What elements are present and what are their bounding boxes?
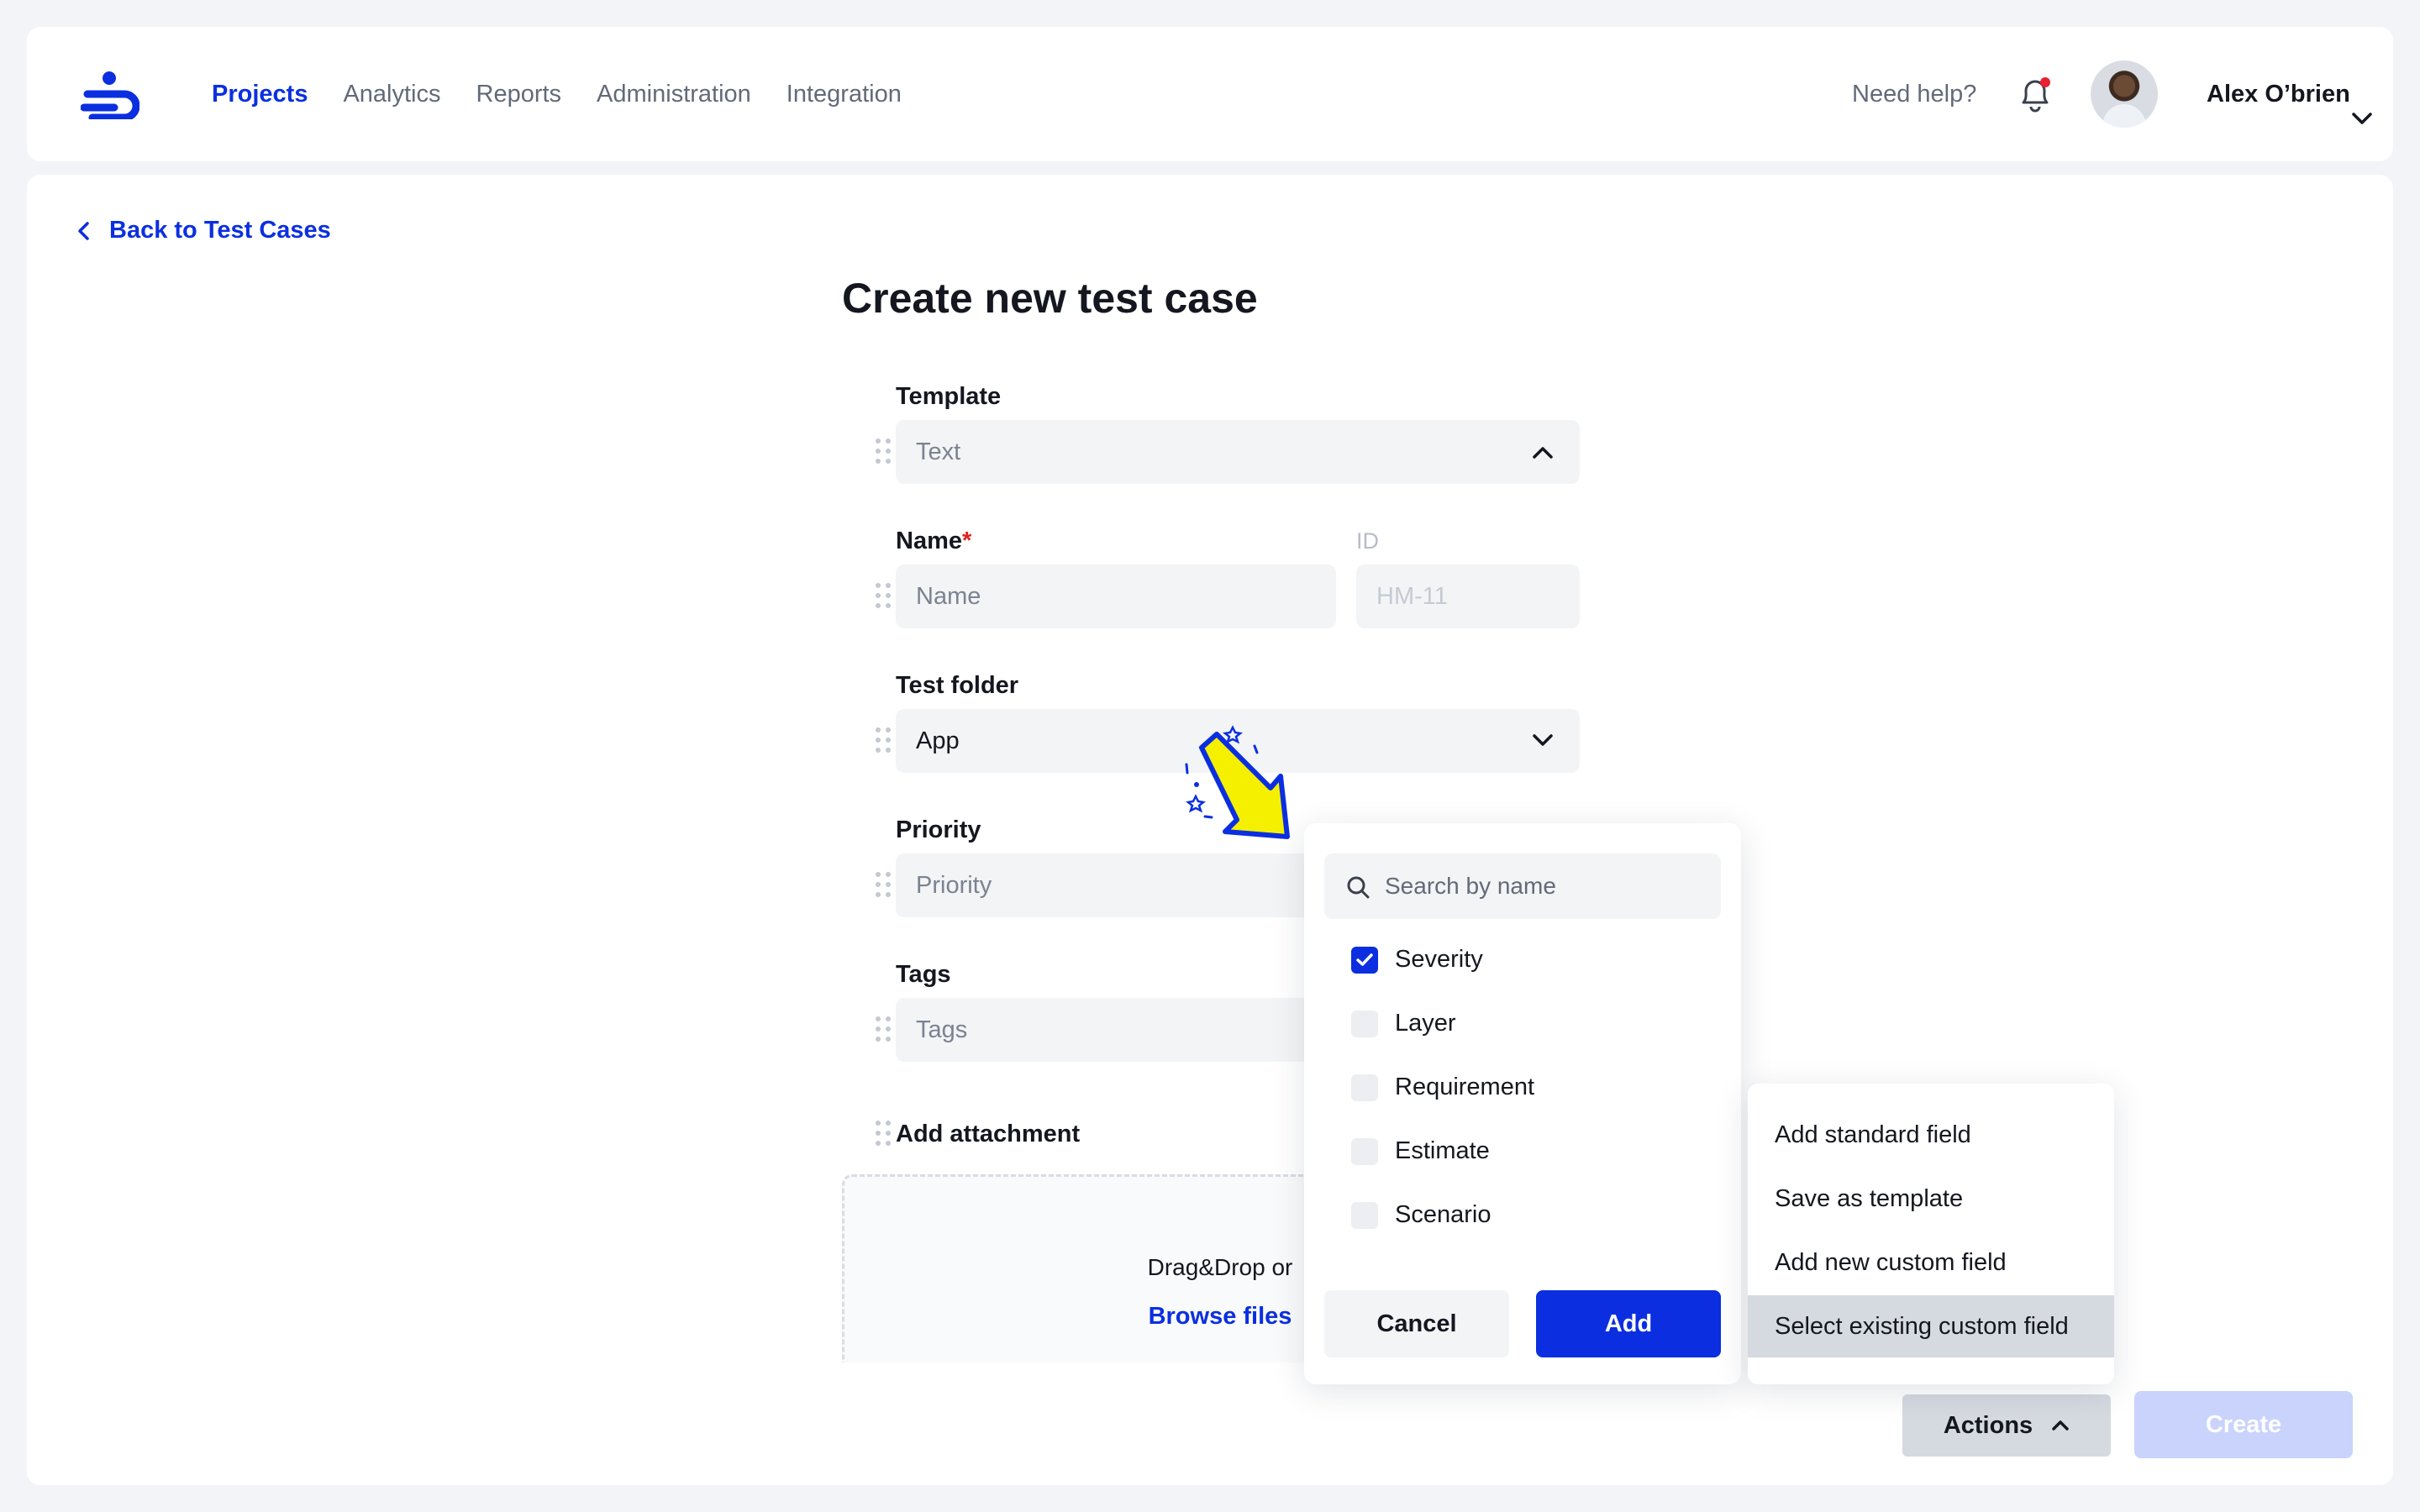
checkmark-icon	[1356, 953, 1373, 966]
chevron-down-icon[interactable]	[2351, 111, 2373, 126]
template-select[interactable]: Text	[896, 420, 1580, 484]
notification-bell-icon[interactable]	[2017, 76, 2054, 114]
chevron-up-icon	[2052, 1420, 2069, 1431]
menu-item-label: Select existing custom field	[1775, 1312, 2069, 1340]
user-name[interactable]: Alex O’brien	[2207, 27, 2350, 161]
search-icon	[1347, 876, 1370, 899]
add-attachment-label: Add attachment	[896, 1121, 1081, 1147]
menu-select-existing-custom-field[interactable]: Select existing custom field	[1748, 1295, 2114, 1357]
tags-label: Tags	[896, 961, 951, 988]
template-value: Text	[916, 438, 961, 465]
option-label: Layer	[1395, 1010, 1456, 1037]
option-label: Scenario	[1395, 1201, 1491, 1228]
nav-analytics[interactable]: Analytics	[343, 81, 440, 108]
priority-placeholder: Priority	[916, 871, 992, 899]
actions-menu: Add standard field Save as template Add …	[1748, 1084, 2114, 1384]
option-label: Requirement	[1395, 1074, 1535, 1100]
add-label: Add	[1604, 1310, 1653, 1337]
name-placeholder: Name	[916, 582, 981, 610]
template-label: Template	[896, 383, 1002, 410]
actions-label: Actions	[1943, 1411, 2033, 1439]
option-requirement[interactable]: Requirement	[1351, 1074, 1534, 1101]
checkbox[interactable]	[1351, 1074, 1378, 1101]
chevron-up-icon	[1533, 447, 1553, 459]
nav-reports[interactable]: Reports	[476, 81, 562, 108]
option-label: Estimate	[1395, 1137, 1490, 1164]
back-to-test-cases-link[interactable]: Back to Test Cases	[74, 217, 331, 244]
drag-handle-icon[interactable]	[876, 727, 892, 754]
main-nav: Projects Analytics Reports Administratio…	[212, 27, 937, 161]
chevron-left-icon	[78, 221, 89, 240]
test-folder-label: Test folder	[896, 672, 1019, 699]
drag-handle-icon[interactable]	[876, 1121, 892, 1147]
option-layer[interactable]: Layer	[1351, 1010, 1456, 1037]
option-estimate[interactable]: Estimate	[1351, 1137, 1490, 1165]
search-input[interactable]: Search by name	[1324, 853, 1721, 919]
top-navbar: Projects Analytics Reports Administratio…	[27, 27, 2393, 161]
create-label: Create	[2205, 1410, 2282, 1438]
name-label-text: Name	[896, 528, 962, 554]
drag-handle-icon[interactable]	[876, 583, 892, 610]
nav-projects[interactable]: Projects	[212, 81, 308, 108]
checkbox[interactable]	[1351, 1201, 1378, 1229]
create-button[interactable]: Create	[2134, 1391, 2353, 1458]
page-title: Create new test case	[842, 275, 1258, 322]
custom-field-popover: Search by name Severity Layer Requiremen…	[1304, 823, 1741, 1384]
option-severity[interactable]: Severity	[1351, 946, 1483, 974]
priority-label: Priority	[896, 816, 981, 843]
need-help-link[interactable]: Need help?	[1852, 27, 1976, 161]
id-field: HM-11	[1356, 564, 1580, 628]
back-label: Back to Test Cases	[109, 217, 331, 244]
id-label: ID	[1356, 528, 1379, 554]
name-label: Name*	[896, 528, 971, 555]
option-scenario[interactable]: Scenario	[1351, 1201, 1491, 1229]
add-button[interactable]: Add	[1536, 1290, 1721, 1357]
drag-handle-icon[interactable]	[876, 1016, 892, 1043]
option-label: Severity	[1395, 946, 1483, 973]
checkbox[interactable]	[1351, 1137, 1378, 1165]
id-value: HM-11	[1376, 582, 1448, 610]
actions-button[interactable]: Actions	[1902, 1394, 2111, 1457]
nav-integration[interactable]: Integration	[786, 81, 902, 108]
highlight-arrow-icon	[1185, 725, 1290, 839]
chevron-down-icon	[1533, 734, 1553, 746]
app-logo-icon[interactable]	[81, 71, 139, 119]
cancel-button[interactable]: Cancel	[1324, 1290, 1509, 1357]
user-avatar[interactable]	[2091, 60, 2158, 128]
drag-handle-icon[interactable]	[876, 438, 892, 465]
name-input[interactable]: Name	[896, 564, 1336, 628]
menu-save-as-template[interactable]: Save as template	[1748, 1168, 2114, 1230]
menu-add-standard-field[interactable]: Add standard field	[1748, 1104, 2114, 1166]
nav-administration[interactable]: Administration	[597, 81, 751, 108]
tags-placeholder: Tags	[916, 1016, 968, 1043]
menu-item-label: Add standard field	[1775, 1121, 1971, 1148]
menu-item-label: Add new custom field	[1775, 1248, 2007, 1276]
search-placeholder: Search by name	[1385, 873, 1556, 899]
cancel-label: Cancel	[1376, 1310, 1457, 1337]
test-folder-value: App	[916, 727, 960, 754]
required-asterisk: *	[962, 528, 972, 554]
menu-item-label: Save as template	[1775, 1184, 1964, 1212]
checkbox[interactable]	[1351, 1010, 1378, 1037]
drag-handle-icon[interactable]	[876, 872, 892, 899]
checkbox-checked[interactable]	[1351, 946, 1378, 974]
menu-add-new-custom-field[interactable]: Add new custom field	[1748, 1231, 2114, 1294]
